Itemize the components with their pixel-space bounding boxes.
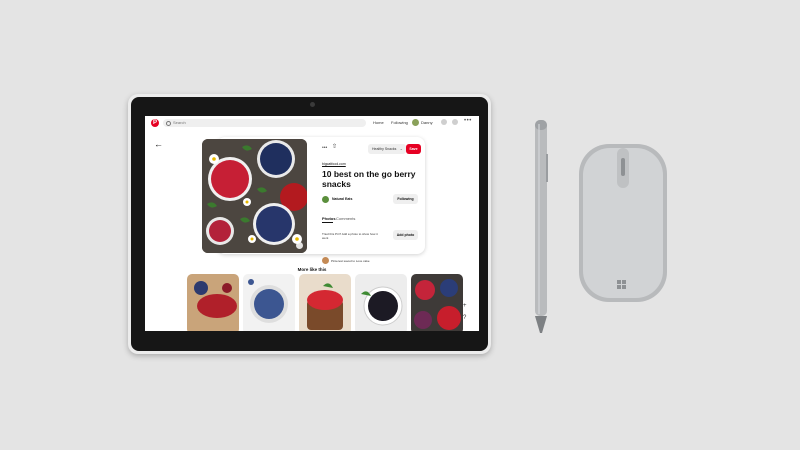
- add-photo-button[interactable]: Add photo: [393, 230, 418, 240]
- tablet-device: P Search Home Following Danny ••• ← ••• …: [128, 94, 491, 354]
- more-options-icon[interactable]: •••: [322, 145, 327, 151]
- tablet-bezel: P Search Home Following Danny ••• ← ••• …: [131, 97, 488, 351]
- board-select[interactable]: Healthy Snacks ⌄: [368, 144, 406, 154]
- creator-avatar[interactable]: [322, 196, 329, 203]
- more-like-this-heading: More like this: [297, 267, 327, 272]
- question-icon[interactable]: ?: [463, 315, 466, 321]
- plus-icon[interactable]: +: [463, 303, 467, 309]
- tried-prompt: Tried this Pin? Add a photo to show how …: [322, 232, 378, 240]
- related-pin-1[interactable]: [187, 274, 239, 331]
- share-icon[interactable]: ⇧: [332, 143, 337, 150]
- nav-user-name[interactable]: Danny: [421, 120, 433, 125]
- related-pin-1-image: [187, 274, 239, 331]
- search-placeholder: Search: [173, 120, 186, 125]
- related-pin-2[interactable]: [243, 274, 295, 331]
- avatar[interactable]: [412, 119, 419, 126]
- related-pins: [187, 274, 463, 331]
- related-pin-5-image: [411, 274, 463, 331]
- comment-avatar: [322, 257, 329, 264]
- visual-search-icon[interactable]: [296, 242, 303, 249]
- camera-icon: [310, 102, 315, 107]
- surface-pen: [535, 120, 548, 333]
- nav-following[interactable]: Following: [391, 120, 408, 125]
- related-pin-5[interactable]: [411, 274, 463, 331]
- messages-icon[interactable]: [452, 119, 458, 125]
- pin-card: ••• ⇧ Healthy Snacks ⌄ Save bigcatfood.c…: [202, 137, 425, 264]
- related-pin-3[interactable]: [299, 274, 351, 331]
- tablet-screen: P Search Home Following Danny ••• ← ••• …: [145, 116, 479, 331]
- following-button[interactable]: Following: [393, 194, 418, 204]
- tab-comments[interactable]: Comments: [336, 216, 355, 221]
- more-icon[interactable]: •••: [464, 118, 472, 124]
- pin-source-link[interactable]: bigcatfood.com: [322, 162, 346, 166]
- notifications-icon[interactable]: [441, 119, 447, 125]
- pinterest-logo[interactable]: P: [151, 119, 159, 127]
- berry-photo: [202, 139, 307, 253]
- pin-title: 10 best on the go berry snacks: [322, 169, 416, 189]
- related-pin-3-image: [299, 274, 351, 331]
- board-select-value: Healthy Snacks: [372, 147, 397, 151]
- active-tab-indicator: [322, 222, 333, 223]
- nav-home[interactable]: Home: [373, 120, 384, 125]
- back-arrow-icon[interactable]: ←: [154, 139, 163, 149]
- chevron-down-icon: ⌄: [399, 146, 403, 151]
- related-pin-4-image: [355, 274, 407, 331]
- top-nav: P Search Home Following Danny •••: [145, 116, 479, 130]
- save-button[interactable]: Save: [406, 144, 421, 154]
- search-input[interactable]: Search: [163, 119, 366, 127]
- related-pin-2-image: [243, 274, 295, 331]
- pin-image[interactable]: [202, 139, 307, 253]
- surface-mouse: [579, 144, 667, 302]
- creator-name[interactable]: Natural Eats: [332, 197, 352, 201]
- comment-text: Pinterest saved to Love cake: [331, 259, 370, 263]
- related-pin-4[interactable]: [355, 274, 407, 331]
- tab-photos[interactable]: Photos: [322, 216, 336, 221]
- search-icon: [166, 121, 171, 126]
